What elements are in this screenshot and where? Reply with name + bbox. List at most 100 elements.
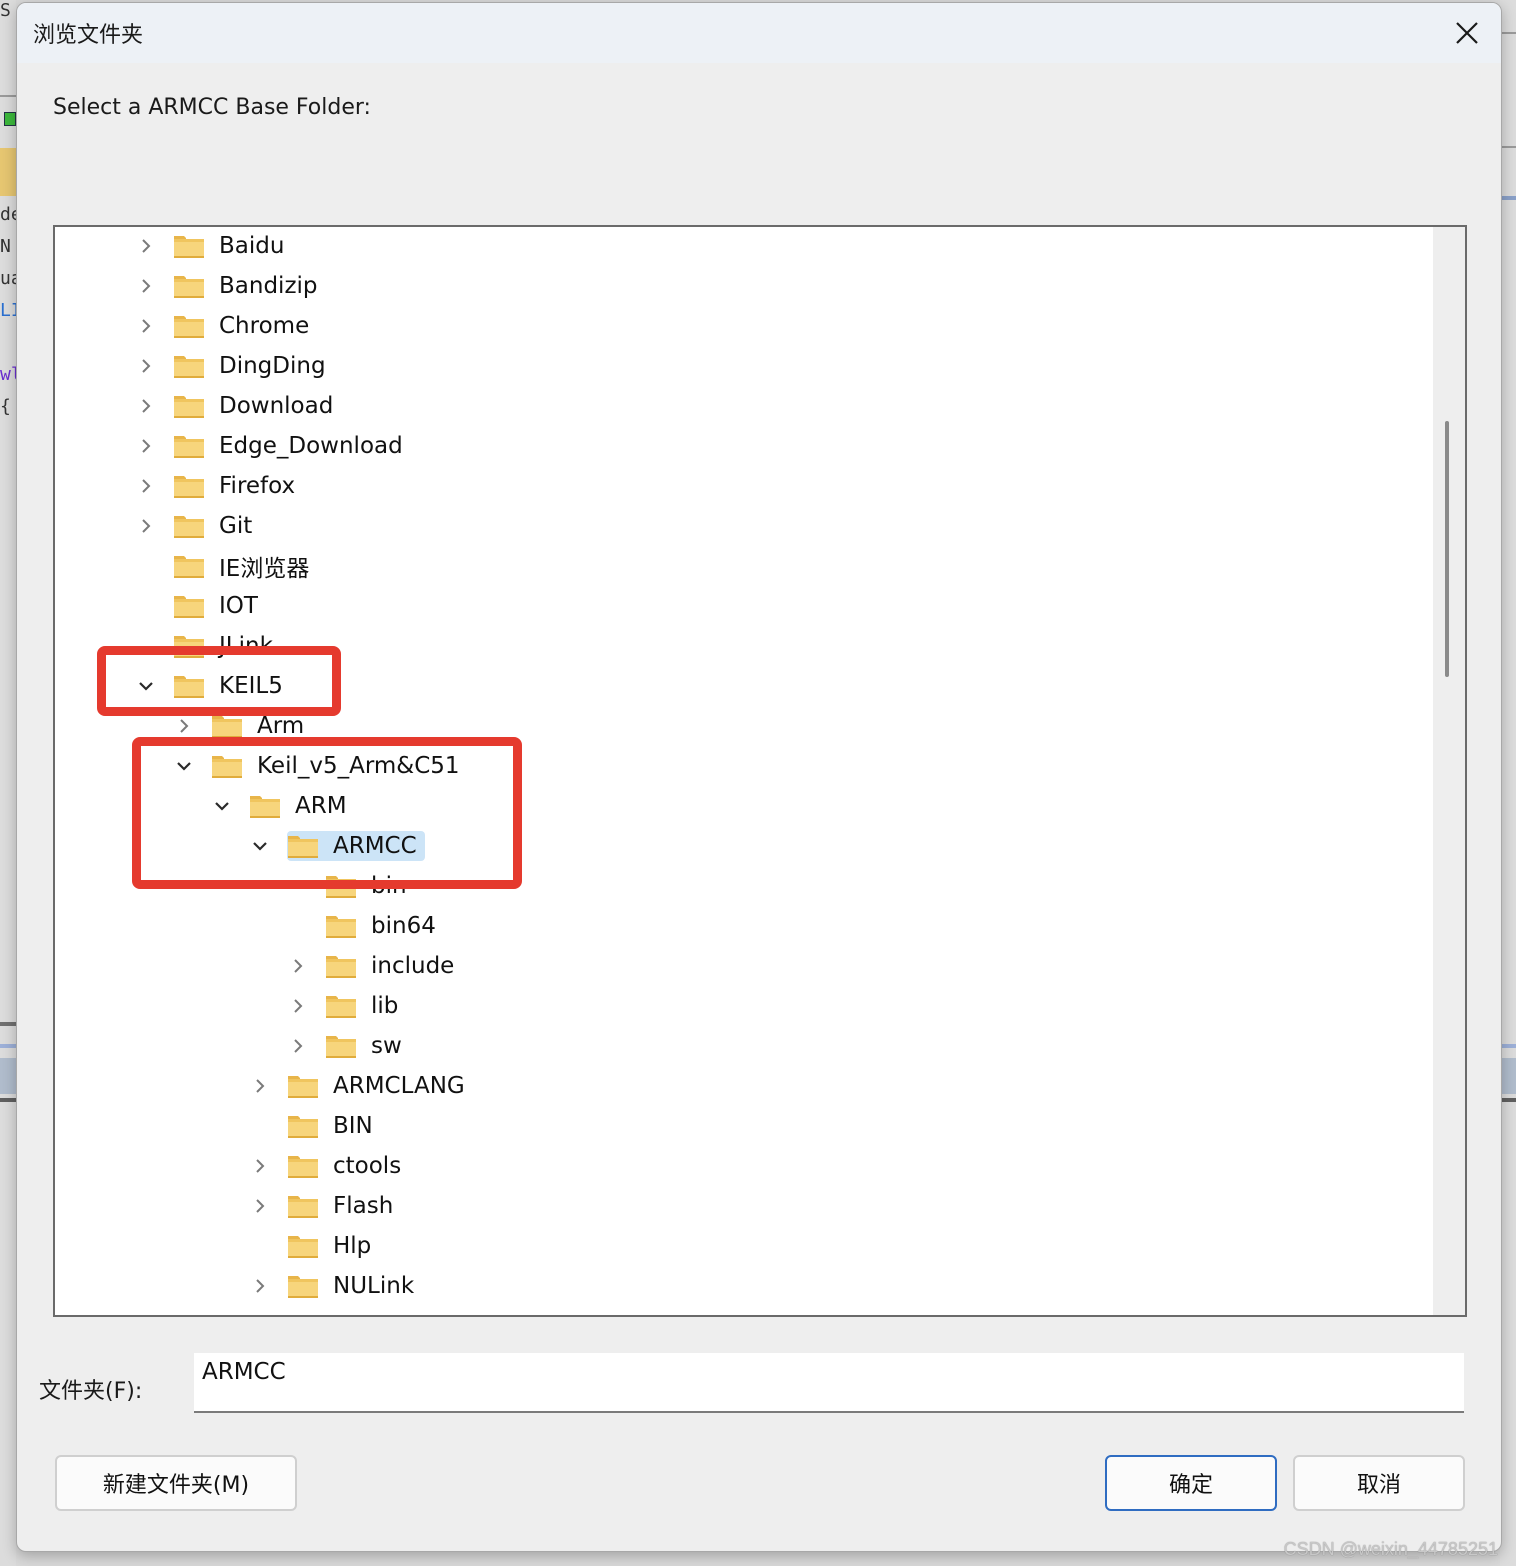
- chevron-right-icon[interactable]: [135, 355, 157, 377]
- folder-name-input[interactable]: ARMCC: [194, 1353, 1464, 1413]
- tree-item[interactable]: Download: [135, 389, 337, 423]
- chevron-right-icon[interactable]: [135, 235, 157, 257]
- chevron-right-icon[interactable]: [287, 995, 309, 1017]
- tree-item-label: Git: [219, 513, 253, 539]
- tree-item-content[interactable]: DingDing: [173, 353, 330, 379]
- chevron-right-icon[interactable]: [135, 435, 157, 457]
- tree-item-content[interactable]: Git: [173, 513, 256, 539]
- chevron-right-icon[interactable]: [135, 515, 157, 537]
- background-divider: [0, 1098, 16, 1102]
- tree-item[interactable]: Git: [135, 509, 256, 543]
- tree-item[interactable]: Hlp: [249, 1229, 375, 1263]
- tree-item-content[interactable]: bin: [325, 873, 411, 899]
- chevron-right-icon[interactable]: [249, 1155, 271, 1177]
- chevron-down-icon[interactable]: [211, 795, 233, 817]
- tree-item-content[interactable]: ctools: [287, 1153, 405, 1179]
- tree-item[interactable]: ARMCLANG: [249, 1069, 469, 1103]
- tree-item[interactable]: Arm: [173, 709, 308, 743]
- tree-item[interactable]: Chrome: [135, 309, 313, 343]
- tree-item[interactable]: Flash: [249, 1189, 397, 1223]
- scrollbar-thumb[interactable]: [1445, 421, 1449, 677]
- tree-item-content[interactable]: lib: [325, 993, 402, 1019]
- tree-item-content[interactable]: sw: [325, 1033, 406, 1059]
- tree-item-content[interactable]: bin64: [325, 913, 440, 939]
- tree-item[interactable]: lib: [287, 989, 402, 1023]
- tree-item-content[interactable]: IOT: [173, 593, 262, 619]
- tree-item-content[interactable]: BIN: [287, 1113, 377, 1139]
- chevron-right-icon[interactable]: [249, 1075, 271, 1097]
- chevron-right-icon[interactable]: [287, 955, 309, 977]
- chevron-right-icon[interactable]: [249, 1275, 271, 1297]
- tree-item[interactable]: Keil_v5_Arm&C51: [173, 749, 464, 783]
- tree-item[interactable]: KEIL5: [135, 669, 287, 703]
- tree-item-content[interactable]: Download: [173, 393, 337, 419]
- chevron-right-icon[interactable]: [287, 1035, 309, 1057]
- tree-item-content[interactable]: ARMCC: [287, 831, 425, 861]
- tree-item[interactable]: include: [287, 949, 458, 983]
- chevron-right-icon[interactable]: [135, 315, 157, 337]
- tree-item[interactable]: DingDing: [135, 349, 330, 383]
- tree-item-content[interactable]: Bandizip: [173, 273, 322, 299]
- tree-item-content[interactable]: Flash: [287, 1193, 397, 1219]
- chevron-down-icon[interactable]: [173, 755, 195, 777]
- tree-item[interactable]: IE浏览器: [135, 549, 313, 583]
- tree-item-label: Chrome: [219, 313, 310, 339]
- tree-item[interactable]: ctools: [249, 1149, 405, 1183]
- tree-item[interactable]: BIN: [249, 1109, 377, 1143]
- tree-item-content[interactable]: IE浏览器: [173, 549, 313, 583]
- chevron-right-icon[interactable]: [135, 275, 157, 297]
- background-divider: [0, 1044, 16, 1048]
- tree-item-content[interactable]: Arm: [211, 713, 308, 739]
- folder-icon: [173, 273, 205, 299]
- tree-item[interactable]: JLink: [135, 629, 277, 663]
- tree-item-content[interactable]: ARM: [249, 793, 351, 819]
- folder-icon: [325, 1033, 357, 1059]
- background-text: S: [0, 0, 11, 21]
- tree-item-content[interactable]: Firefox: [173, 473, 299, 499]
- tree-item[interactable]: Edge_Download: [135, 429, 407, 463]
- tree-item-content[interactable]: Baidu: [173, 233, 288, 259]
- chevron-right-icon[interactable]: [135, 395, 157, 417]
- close-button[interactable]: [1447, 13, 1487, 53]
- tree-item[interactable]: sw: [287, 1029, 406, 1063]
- tree-item-label: Flash: [333, 1193, 394, 1219]
- tree-item-content[interactable]: JLink: [173, 633, 277, 659]
- tree-item-label: Bandizip: [219, 273, 318, 299]
- vertical-scrollbar[interactable]: [1433, 227, 1465, 1315]
- title-bar[interactable]: 浏览文件夹: [17, 3, 1501, 63]
- tree-item-content[interactable]: Hlp: [287, 1233, 375, 1259]
- cancel-button[interactable]: 取消: [1293, 1455, 1465, 1511]
- ok-button[interactable]: 确定: [1105, 1455, 1277, 1511]
- folder-icon: [249, 793, 281, 819]
- chevron-down-icon[interactable]: [135, 675, 157, 697]
- tree-item-content[interactable]: include: [325, 953, 458, 979]
- folder-tree[interactable]: Baidu Bandizip Chrome DingDing Download Edge_…: [53, 225, 1467, 1317]
- tree-item[interactable]: Firefox: [135, 469, 299, 503]
- tree-item[interactable]: IOT: [135, 589, 262, 623]
- background-app-left-edge: S de N ua LI wl {: [0, 0, 22, 1566]
- chevron-right-icon[interactable]: [173, 715, 195, 737]
- tree-item-label: Firefox: [219, 473, 296, 499]
- tree-item-content[interactable]: NULink: [287, 1273, 418, 1299]
- tree-item-label: JLink: [219, 633, 273, 659]
- new-folder-button[interactable]: 新建文件夹(M): [55, 1455, 297, 1511]
- tree-item-content[interactable]: KEIL5: [173, 673, 287, 699]
- tree-item-content[interactable]: Edge_Download: [173, 433, 407, 459]
- tree-item[interactable]: ARM: [211, 789, 351, 823]
- tree-item-content[interactable]: ARMCLANG: [287, 1073, 469, 1099]
- chevron-right-icon[interactable]: [135, 475, 157, 497]
- tree-item[interactable]: ARMCC: [249, 829, 425, 863]
- watermark: CSDN @weixin_44785251: [1283, 1539, 1498, 1559]
- background-divider: [1500, 1044, 1516, 1048]
- tree-item[interactable]: bin64: [287, 909, 440, 943]
- chevron-down-icon[interactable]: [249, 835, 271, 857]
- chevron-right-icon[interactable]: [249, 1195, 271, 1217]
- tree-item[interactable]: bin: [287, 869, 411, 903]
- tree-item[interactable]: Bandizip: [135, 269, 322, 303]
- tree-item-content[interactable]: Chrome: [173, 313, 313, 339]
- tree-item-content[interactable]: Keil_v5_Arm&C51: [211, 753, 464, 779]
- tree-item[interactable]: NULink: [249, 1269, 418, 1303]
- tree-item[interactable]: Baidu: [135, 229, 288, 263]
- folder-icon: [211, 753, 243, 779]
- tree-item-label: sw: [371, 1033, 402, 1059]
